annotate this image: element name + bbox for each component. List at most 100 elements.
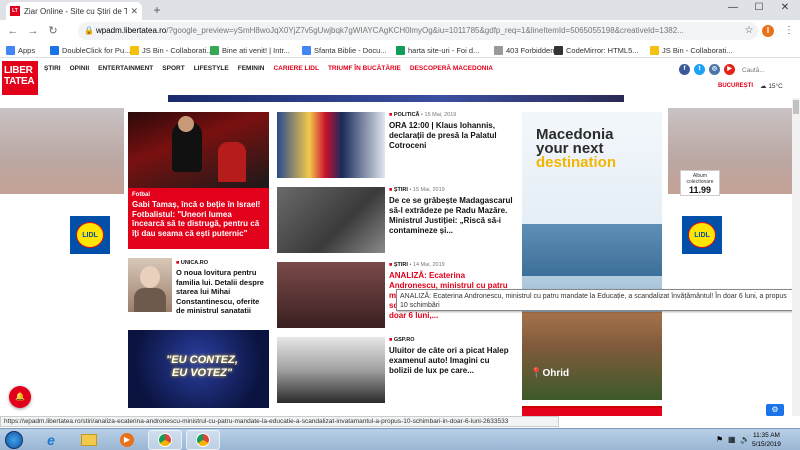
kicker-text: GSP.RO: [393, 337, 415, 343]
feature-title[interactable]: Gabi Tamaș, încă o beție în Israel! Fotb…: [132, 200, 265, 238]
clock-date: 5/15/2019: [752, 441, 781, 448]
page-scrollbar[interactable]: [792, 98, 800, 416]
bookmark-item[interactable]: DoubleClick for Pu...: [50, 44, 130, 56]
nav-item[interactable]: ENTERTAINMENT: [98, 65, 153, 72]
network-icon[interactable]: ▦: [728, 435, 736, 444]
list-item[interactable]: ■ ȘTIRI • 15 Mai, 2019 De ce se grăbește …: [277, 187, 517, 255]
new-tab-button[interactable]: +: [150, 3, 164, 17]
menu-dots-icon[interactable]: ⋮: [782, 24, 796, 38]
kicker-text: ȘTIRI: [393, 262, 408, 268]
article-title[interactable]: ORA 12:00 | Klaus Iohannis, declarații d…: [389, 121, 513, 151]
notification-badge[interactable]: 🔔: [9, 386, 31, 408]
bookmark-label: harta site-uri - Foi d...: [408, 45, 480, 55]
nav-item-promo[interactable]: TRIUMF ÎN BUCĂTĂRIE: [328, 65, 401, 72]
youtube-icon[interactable]: ▶: [724, 64, 735, 75]
bookmark-label: JS Bin - Collaborati...: [142, 45, 213, 55]
bookmark-item[interactable]: JS Bin - Collaborati...: [650, 44, 732, 56]
article-kicker: ■ GSP.RO: [389, 337, 415, 343]
list-item[interactable]: ■ GSP.RO Uluitor de câte ori a picat Hale…: [277, 337, 517, 405]
bookmark-label: CodeMirror: HTML5...: [566, 45, 639, 55]
gear-icon[interactable]: ⚙: [766, 404, 784, 416]
bookmark-favicon-icon: [130, 45, 139, 55]
article-date: 15 Mai, 2019: [412, 187, 445, 193]
instagram-icon[interactable]: ◎: [709, 64, 720, 75]
system-clock[interactable]: 11:35 AM 5/15/2019: [752, 431, 781, 449]
start-button[interactable]: [2, 430, 26, 450]
nav-item-promo[interactable]: DESCOPERĂ MACEDONIA: [410, 65, 493, 72]
lock-icon: 🔒: [84, 26, 94, 35]
bookmark-label: JS Bin - Collaborati...: [662, 45, 733, 55]
nav-item[interactable]: SPORT: [162, 65, 184, 72]
file-explorer-icon[interactable]: [72, 430, 106, 450]
left-side-ad[interactable]: LIDL: [0, 108, 124, 420]
location-pin-icon: 📍: [530, 368, 543, 379]
tray-flag-icon[interactable]: ⚑: [716, 435, 723, 444]
left-ad-photo: [0, 108, 124, 194]
article-title[interactable]: Uluitor de câte ori a picat Halep examen…: [389, 346, 513, 376]
bookmark-favicon-icon: [50, 45, 59, 55]
bookmark-star-icon[interactable]: ☆: [742, 24, 756, 38]
status-bar-url: https://wpadm.libertatea.ro/stiri/analiz…: [0, 416, 559, 427]
chrome-taskbar-icon[interactable]: [148, 430, 182, 450]
internet-explorer-icon[interactable]: e: [34, 430, 68, 450]
media-player-icon[interactable]: ▶: [110, 430, 144, 450]
article-date: 15 Mai, 2019: [424, 112, 457, 118]
bookmark-item[interactable]: CodeMirror: HTML5...: [554, 44, 639, 56]
minimize-button[interactable]: —: [720, 2, 746, 13]
unica-article[interactable]: ■ UNICA.RO O noua lovitura pentru famili…: [128, 258, 269, 322]
ad-town: [522, 312, 662, 400]
feature-headline-box[interactable]: Fotbal Gabi Tamaș, încă o beție în Israe…: [128, 188, 269, 249]
unica-title[interactable]: O noua lovitura pentru familia lui. Deta…: [176, 268, 270, 316]
temperature: 15°C: [768, 83, 783, 90]
bookmarks-bar: Apps DoubleClick for Pu... JS Bin - Collab…: [0, 42, 800, 58]
chrome-taskbar-icon-2[interactable]: [186, 430, 220, 450]
search-input[interactable]: [742, 64, 788, 76]
bookmark-item[interactable]: 403 Forbidden: [494, 44, 554, 56]
forward-arrow-icon[interactable]: →: [26, 24, 40, 38]
nav-item[interactable]: ȘTIRI: [44, 65, 61, 72]
browser-tab[interactable]: LT Ziar Online - Site cu Știri de Top ✕: [6, 2, 142, 20]
bookmark-label: Sfanta Biblie - Docu...: [314, 45, 387, 55]
profile-avatar[interactable]: I: [762, 25, 774, 37]
bookmark-favicon-icon: [210, 45, 219, 55]
bookmark-item[interactable]: harta site-uri - Foi d...: [396, 44, 479, 56]
article-photo: [277, 187, 385, 253]
reload-icon[interactable]: ↻: [46, 24, 60, 38]
feature-photo: [128, 112, 269, 188]
libertatea-logo[interactable]: LIBER TATEA: [2, 61, 38, 95]
address-bar[interactable]: 🔒 wpadm.libertatea.ro/?google_preview=yS…: [78, 22, 758, 40]
bookmark-item[interactable]: Apps: [6, 44, 35, 56]
album-price-tag: Album colectionare 11.99: [680, 170, 720, 196]
link-tooltip: ANALIZĂ: Ecaterina Andronescu, ministrul…: [396, 289, 798, 311]
top-banner-ad[interactable]: [168, 95, 624, 102]
libertatea-favicon-icon: LT: [10, 6, 20, 16]
right-side-ad[interactable]: Album colectionare 11.99 LIDL: [668, 108, 792, 420]
article-title[interactable]: De ce se grăbește Madagascarul să-l extr…: [389, 196, 513, 236]
close-tab-icon[interactable]: ✕: [130, 6, 138, 17]
twitter-icon[interactable]: t: [694, 64, 705, 75]
macedonia-ad[interactable]: Macedonia your next destination 📍Ohrid: [522, 112, 662, 400]
unica-kicker-text: UNICA.RO: [180, 260, 209, 266]
vote-banner[interactable]: "EU CONTEZ, EU VOTEZ": [128, 330, 269, 408]
nav-item[interactable]: LIFESTYLE: [194, 65, 229, 72]
list-item[interactable]: ■ POLITICĂ • 15 Mai, 2019 ORA 12:00 | Kla…: [277, 112, 517, 180]
nav-item[interactable]: FEMININ: [238, 65, 265, 72]
bookmark-item[interactable]: JS Bin - Collaborati...: [130, 44, 212, 56]
nav-item-promo[interactable]: CARIERE LIDL: [273, 65, 319, 72]
vote-line1: "EU CONTEZ,: [166, 354, 238, 366]
facebook-icon[interactable]: f: [679, 64, 690, 75]
url-path: /?google_preview=ySmH8woJqX0YjZ7v5gUwjbq…: [166, 26, 684, 35]
scrollbar-thumb[interactable]: [793, 100, 799, 114]
bookmark-item[interactable]: Bine ati venit! | Intr...: [210, 44, 290, 56]
close-window-button[interactable]: ✕: [772, 2, 798, 13]
bookmark-item[interactable]: Sfanta Biblie - Docu...: [302, 44, 387, 56]
maximize-button[interactable]: ☐: [746, 2, 772, 13]
back-arrow-icon[interactable]: ←: [6, 24, 20, 38]
browser-tab-bar: LT Ziar Online - Site cu Știri de Top ✕ …: [0, 0, 800, 20]
bookmark-label: Apps: [18, 45, 36, 55]
nav-item[interactable]: OPINII: [70, 65, 90, 72]
ad-title-line3: destination: [536, 154, 617, 171]
unica-photo: [128, 258, 172, 312]
bookmark-favicon-icon: [650, 45, 659, 55]
volume-icon[interactable]: 🔊: [740, 435, 750, 444]
